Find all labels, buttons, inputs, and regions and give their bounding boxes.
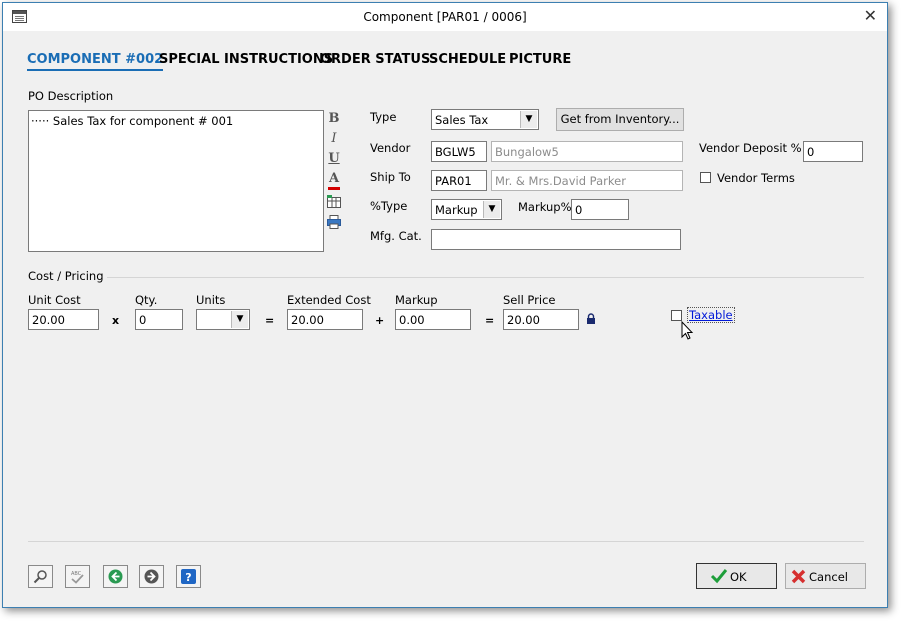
next-button[interactable] — [139, 565, 164, 588]
equals-operator: = — [265, 314, 275, 327]
spell-check-button[interactable]: ABC — [65, 565, 90, 588]
vendor-terms-label: Vendor Terms — [717, 171, 795, 185]
ok-label: OK — [730, 570, 747, 584]
underline-icon[interactable]: U — [326, 151, 342, 166]
help-icon: ? — [181, 569, 196, 584]
tab-special-instructions[interactable]: SPECIAL INSTRUCTIONS — [159, 52, 333, 67]
close-icon[interactable]: ✕ — [864, 6, 877, 25]
component-dialog: Component [PAR01 / 0006] ✕ COMPONENT #00… — [2, 2, 888, 608]
ship-to-code-field[interactable]: PAR01 — [431, 170, 487, 191]
markup-label: Markup — [395, 293, 438, 307]
pct-type-select[interactable]: Markup ▼ — [431, 199, 502, 220]
help-button[interactable]: ? — [176, 565, 201, 588]
check-icon — [710, 569, 728, 584]
sell-price-label: Sell Price — [503, 293, 556, 307]
mfg-cat-label: Mfg. Cat. — [370, 229, 422, 243]
lock-icon[interactable] — [586, 313, 596, 325]
vendor-label: Vendor — [370, 141, 411, 155]
cost-pricing-label: Cost / Pricing — [28, 269, 104, 283]
po-description-label: PO Description — [28, 89, 114, 103]
plus-operator: + — [375, 314, 385, 327]
cancel-button[interactable]: Cancel — [785, 563, 866, 589]
markup-pct-field[interactable]: 0 — [571, 199, 629, 220]
chevron-down-icon[interactable]: ▼ — [483, 201, 500, 218]
svg-text:?: ? — [185, 571, 191, 584]
title-bar: Component [PAR01 / 0006] ✕ — [3, 3, 887, 31]
search-button[interactable] — [28, 565, 53, 588]
spell-check-icon: ABC — [71, 571, 84, 584]
qty-field[interactable]: 0 — [135, 309, 183, 330]
sell-price-field[interactable]: 20.00 — [503, 309, 579, 330]
po-description-text: ····· Sales Tax for component # 001 — [31, 114, 234, 128]
tab-order-status[interactable]: ORDER STATUS — [320, 52, 430, 67]
arrow-left-icon — [108, 569, 123, 584]
ship-to-name-field: Mr. & Mrs.David Parker — [491, 170, 683, 191]
font-color-letter: A — [328, 171, 340, 186]
vendor-terms-checkbox[interactable] — [700, 172, 711, 183]
chevron-down-icon[interactable]: ▼ — [520, 111, 537, 128]
pct-type-value: Markup — [435, 203, 478, 217]
footer-divider — [28, 541, 864, 542]
ship-to-label: Ship To — [370, 170, 411, 184]
type-value: Sales Tax — [435, 113, 489, 127]
italic-icon[interactable]: I — [326, 131, 342, 146]
type-select[interactable]: Sales Tax ▼ — [431, 109, 539, 130]
bold-icon[interactable]: B — [326, 111, 342, 126]
font-color-icon[interactable]: A — [326, 171, 342, 190]
multiply-operator: x — [112, 314, 120, 327]
svg-text:ABC: ABC — [71, 571, 82, 577]
previous-button[interactable] — [103, 565, 128, 588]
qty-label: Qty. — [135, 293, 158, 307]
tab-schedule[interactable]: SCHEDULE — [429, 52, 506, 67]
vendor-code-field[interactable]: BGLW5 — [431, 141, 487, 162]
get-from-inventory-button[interactable]: Get from Inventory... — [556, 108, 684, 131]
unit-cost-label: Unit Cost — [28, 293, 81, 307]
type-label: Type — [370, 110, 397, 124]
section-divider — [107, 277, 864, 278]
equals-operator: = — [485, 314, 495, 327]
vendor-deposit-label: Vendor Deposit % — [699, 141, 802, 155]
search-icon — [33, 570, 47, 584]
pct-type-label: %Type — [370, 199, 408, 213]
extended-cost-field[interactable]: 20.00 — [287, 309, 363, 330]
chevron-down-icon[interactable]: ▼ — [231, 311, 248, 328]
markup-field[interactable]: 0.00 — [395, 309, 471, 330]
tab-picture[interactable]: PICTURE — [509, 52, 571, 67]
po-description-editor[interactable]: ····· Sales Tax for component # 001 — [28, 110, 324, 252]
insert-table-icon[interactable] — [327, 195, 341, 208]
taxable-checkbox[interactable] — [671, 310, 682, 321]
window-title: Component [PAR01 / 0006] — [363, 10, 527, 24]
ok-button[interactable]: OK — [696, 563, 777, 589]
vendor-name-field: Bungalow5 — [491, 141, 683, 162]
cancel-x-icon — [791, 569, 806, 584]
font-color-bar — [328, 187, 340, 190]
vendor-deposit-field[interactable]: 0 — [803, 141, 863, 162]
cancel-label: Cancel — [809, 570, 848, 584]
mouse-cursor-icon — [681, 320, 695, 341]
markup-pct-label: Markup% — [518, 200, 572, 214]
extended-cost-label: Extended Cost — [287, 293, 371, 307]
units-select[interactable]: ▼ — [196, 309, 250, 330]
units-label: Units — [196, 293, 226, 307]
tab-component[interactable]: COMPONENT #002 — [27, 52, 164, 71]
unit-cost-field[interactable]: 20.00 — [28, 309, 99, 330]
mfg-cat-field[interactable] — [431, 229, 681, 250]
print-icon[interactable] — [327, 215, 341, 229]
arrow-right-icon — [144, 569, 159, 584]
